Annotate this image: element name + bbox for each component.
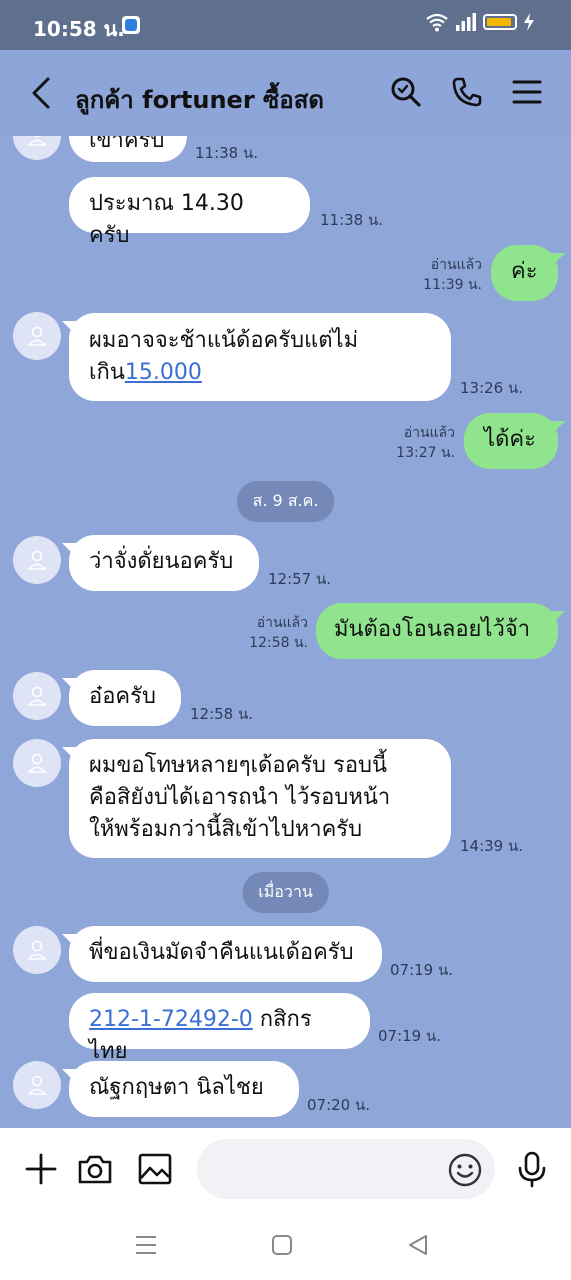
message-bubble[interactable]: ว่าจั่งดั่ยนอครับ [62, 535, 259, 591]
read-receipt: อ่านแล้ว 11:39 น. [410, 255, 482, 295]
user-icon [27, 940, 47, 960]
message-bubble[interactable]: ประมาณ 14.30 ครับ [69, 177, 310, 248]
account-number-link[interactable]: 212-1-72492-0 [89, 1007, 253, 1032]
chat-area[interactable]: เข้าครับ 11:38 น. ประมาณ 14.30 ครับ 11:3… [0, 136, 571, 1128]
message-bubble-outgoing[interactable]: ค่ะ [491, 245, 565, 301]
avatar[interactable] [13, 536, 61, 584]
home-icon[interactable] [269, 1232, 295, 1258]
app-notification-icon [122, 16, 140, 34]
message-text: ค่ะ [511, 259, 538, 284]
message-text: เกิน [89, 360, 125, 385]
avatar[interactable] [13, 739, 61, 787]
avatar[interactable] [13, 312, 61, 360]
message-time: 11:38 น. [320, 211, 384, 229]
user-icon [27, 326, 47, 346]
status-bar: 10:58 น. [0, 0, 571, 50]
message-text-line: ผมอาจจะช้าแน้ด้อครับแต่ไม่ [89, 328, 359, 353]
avatar[interactable] [13, 926, 61, 974]
search-icon[interactable] [388, 74, 424, 110]
avatar[interactable] [13, 136, 61, 160]
avatar[interactable] [13, 672, 61, 720]
message-text-line: ผมขอโทษหลายๆเด้อครับ รอบนี้ [89, 753, 388, 778]
message-time: 07:19 น. [390, 961, 454, 979]
status-time: 10:58 น. [33, 17, 125, 41]
message-text: อ๋อครับ [89, 684, 156, 709]
battery-icon [483, 14, 517, 30]
emoji-icon[interactable] [447, 1152, 483, 1188]
number-link[interactable]: 15.000 [125, 360, 202, 385]
message-time: 13:26 น. [460, 379, 524, 397]
phone-icon[interactable] [449, 74, 485, 110]
user-icon [27, 136, 47, 146]
message-time: 14:39 น. [460, 837, 524, 855]
recents-icon[interactable] [133, 1232, 159, 1258]
message-bubble[interactable]: พี่ขอเงินมัดจำคืนแนเด้อครับ [62, 926, 382, 982]
message-text: ณัฐกฤษตา นิลไชย [89, 1075, 264, 1100]
message-text: ว่าจั่งดั่ยนอครับ [89, 549, 234, 574]
back-nav-icon[interactable] [405, 1232, 431, 1258]
message-text-line: คือสิยังบ่ได้เอารถนำ ไว้รอบหน้า [89, 785, 391, 810]
message-text: เข้าครับ [89, 136, 165, 153]
user-icon [27, 1075, 47, 1095]
message-text: ได้ค่ะ [484, 427, 536, 452]
user-icon [27, 550, 47, 570]
date-separator: ส. 9 ส.ค. [236, 481, 335, 522]
message-time: 13:27 น. [396, 445, 455, 461]
read-status: อ่านแล้ว [256, 615, 308, 631]
back-icon[interactable] [26, 75, 58, 111]
message-bubble[interactable]: 212-1-72492-0 กสิกรไทย [69, 993, 370, 1064]
message-text-line: เกิน15.000 [89, 357, 431, 389]
menu-icon[interactable] [509, 74, 545, 110]
plus-icon[interactable] [22, 1150, 60, 1188]
read-status: อ่านแล้ว [403, 425, 455, 441]
chat-header: ลูกค้า fortuner ซื้อสด [0, 50, 571, 136]
message-text: ประมาณ 14.30 ครับ [89, 191, 244, 248]
user-icon [27, 753, 47, 773]
message-bubble[interactable]: เข้าครับ [69, 136, 187, 162]
chat-title: ลูกค้า fortuner ซื้อสด [75, 86, 324, 114]
date-separator: เมื่อวาน [242, 872, 329, 913]
message-time: 12:57 น. [268, 570, 332, 588]
message-bubble[interactable]: ผมขอโทษหลายๆเด้อครับ รอบนี้ คือสิยังบ่ได… [62, 739, 451, 858]
message-bubble[interactable]: ผมอาจจะช้าแน้ด้อครับแต่ไม่ เกิน15.000 [62, 313, 451, 401]
microphone-icon[interactable] [513, 1150, 551, 1188]
message-time: 07:19 น. [378, 1027, 442, 1045]
signal-icon [456, 13, 476, 31]
wifi-icon [426, 13, 448, 32]
read-status: อ่านแล้ว [430, 257, 482, 273]
message-time: 11:38 น. [195, 144, 259, 162]
system-navigation-bar [0, 1210, 571, 1280]
message-text: พี่ขอเงินมัดจำคืนแนเด้อครับ [89, 940, 354, 965]
message-time: 11:39 น. [423, 277, 482, 293]
camera-icon[interactable] [76, 1150, 114, 1188]
user-icon [27, 686, 47, 706]
message-time: 12:58 น. [190, 705, 254, 723]
message-text-line: ให้พร้อมกว่านี้สิเข้าไปหาครับ [89, 817, 363, 842]
message-bubble[interactable]: อ๋อครับ [62, 670, 181, 726]
avatar[interactable] [13, 1061, 61, 1109]
message-bubble-outgoing[interactable]: ได้ค่ะ [464, 413, 565, 469]
message-composer [0, 1128, 571, 1210]
message-bubble[interactable]: ณัฐกฤษตา นิลไชย [62, 1061, 299, 1117]
read-receipt: อ่านแล้ว 12:58 น. [236, 613, 308, 653]
read-receipt: อ่านแล้ว 13:27 น. [383, 423, 455, 463]
message-time: 12:58 น. [249, 635, 308, 651]
message-time: 07:20 น. [307, 1096, 371, 1114]
image-icon[interactable] [136, 1150, 174, 1188]
message-text: มันต้องโอนลอยไว้จ้า [334, 617, 531, 642]
message-bubble-outgoing[interactable]: มันต้องโอนลอยไว้จ้า [316, 603, 565, 659]
status-indicators [425, 12, 535, 32]
charging-icon [524, 13, 534, 31]
